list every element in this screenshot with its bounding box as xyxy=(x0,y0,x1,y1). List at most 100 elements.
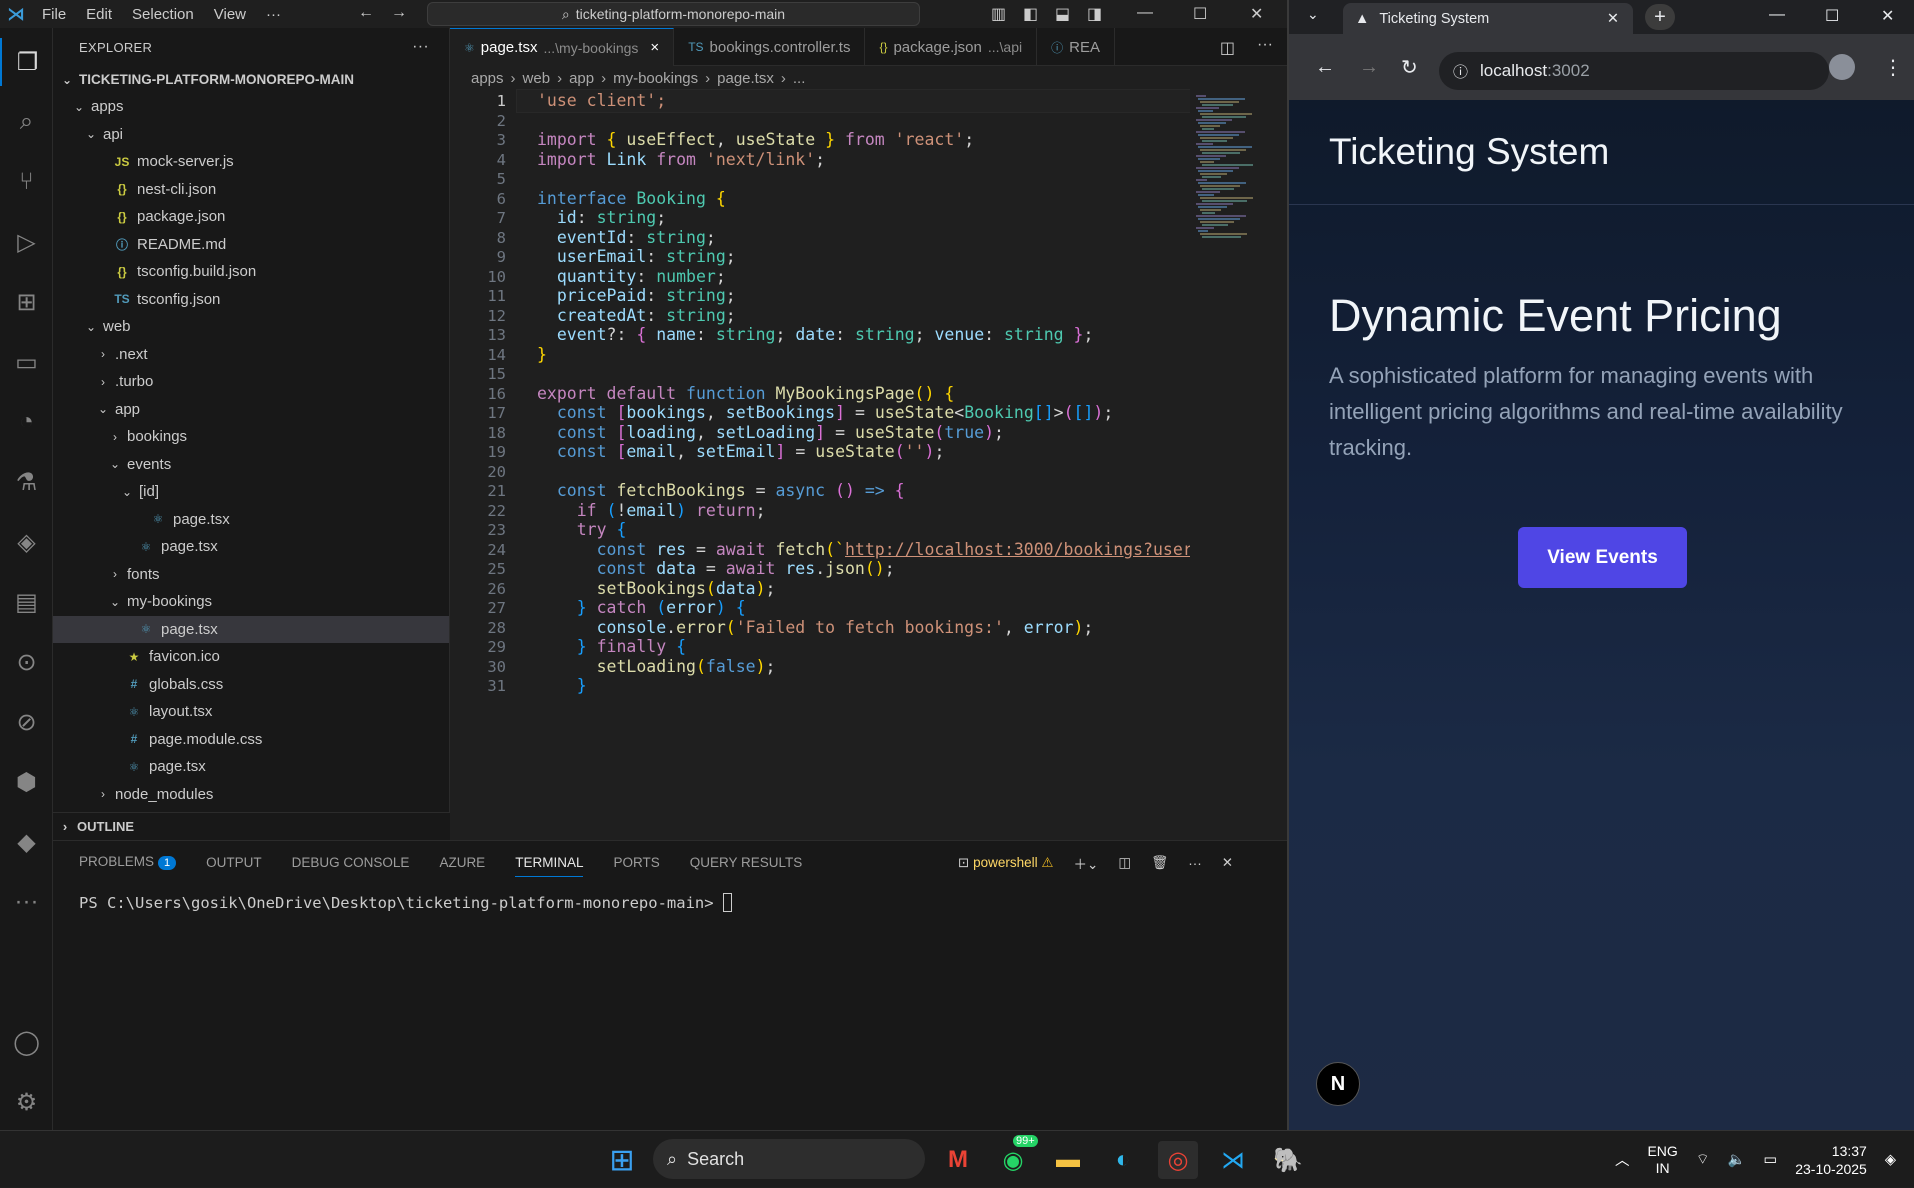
testing-icon[interactable]: ⚗ xyxy=(0,458,53,506)
chrome-icon[interactable]: ◎ xyxy=(1158,1141,1198,1179)
tree-folder[interactable]: ⌄ web xyxy=(53,313,449,340)
battery-icon[interactable]: ▭ xyxy=(1764,1152,1778,1168)
terminal-prompt[interactable]: PS C:\Users\gosik\OneDrive\Desktop\ticke… xyxy=(79,893,732,912)
more-icon[interactable]: ··· xyxy=(0,878,53,926)
run-debug-icon[interactable]: ▷ xyxy=(0,218,53,266)
tree-file[interactable]: ⚛ page.tsx xyxy=(53,533,449,560)
file-explorer-icon[interactable]: ▬ xyxy=(1048,1141,1088,1179)
search-icon[interactable]: ⌕ xyxy=(0,98,53,146)
tree-folder[interactable]: ⌄ events xyxy=(53,451,449,478)
nextjs-dev-indicator[interactable]: N xyxy=(1316,1062,1360,1106)
whatsapp-icon[interactable]: ◉ 99+ xyxy=(993,1135,1038,1179)
vscode-taskbar-icon[interactable]: ⋊ xyxy=(1213,1141,1253,1179)
command-center[interactable]: ⌕ ticketing-platform-monorepo-main xyxy=(427,2,920,26)
wifi-icon[interactable]: ⌔ xyxy=(1696,1151,1710,1169)
panel-tab[interactable]: PROBLEMS 1 xyxy=(79,854,177,870)
tree-folder[interactable]: ⌄ [id] xyxy=(53,478,449,505)
tree-folder[interactable]: ⌄ api xyxy=(53,121,449,148)
extensions-icon[interactable]: ⊞ xyxy=(0,278,53,326)
tree-file[interactable]: {} package.json xyxy=(53,203,449,230)
menu-view[interactable]: View xyxy=(204,6,256,23)
browser-minimize-icon[interactable]: — xyxy=(1769,6,1785,24)
close-window-icon[interactable]: ✕ xyxy=(1250,4,1263,24)
menu-edit[interactable]: Edit xyxy=(76,6,122,23)
tree-file[interactable]: ⚛ layout.tsx xyxy=(53,698,449,725)
editor-tab[interactable]: TS bookings.controller.ts xyxy=(674,28,866,66)
volume-icon[interactable]: 🔈 xyxy=(1727,1151,1745,1168)
tree-file[interactable]: ⚛ page.tsx xyxy=(53,615,449,643)
forward-arrow-icon[interactable]: → xyxy=(391,4,407,22)
editor-tab[interactable]: {} package.json ...\api xyxy=(865,28,1038,66)
taskbar-search[interactable]: ⌕ Search xyxy=(653,1139,925,1179)
terminal-shell[interactable]: ⊡ powershell ⚠ xyxy=(958,855,1054,871)
minimize-icon[interactable]: — xyxy=(1137,4,1153,22)
tree-folder[interactable]: › node_modules xyxy=(53,781,449,808)
toggle-secondary-sidebar-icon[interactable]: ◨ xyxy=(1087,4,1102,24)
browser-forward-icon[interactable]: → xyxy=(1359,56,1379,79)
tree-folder[interactable]: ⌄ my-bookings xyxy=(53,588,449,615)
outline-section[interactable]: › OUTLINE xyxy=(53,812,450,840)
maximize-icon[interactable]: ☐ xyxy=(1193,4,1207,24)
explorer-icon[interactable]: ❐ xyxy=(0,38,53,86)
new-terminal-icon[interactable]: ＋⌄ xyxy=(1074,853,1099,873)
tree-file[interactable]: {} tsconfig.build.json xyxy=(53,258,449,285)
postgres-icon[interactable]: 🐘 xyxy=(1268,1141,1308,1179)
git-icon[interactable]: ◆ xyxy=(0,818,53,866)
toggle-panel-icon[interactable]: ⬓ xyxy=(1055,4,1070,24)
git-graph-icon[interactable]: ⊙ xyxy=(0,638,53,686)
tree-folder[interactable]: › .turbo xyxy=(53,368,449,395)
menu-more-icon[interactable]: ··· xyxy=(256,6,291,23)
language-indicator[interactable]: ENG IN xyxy=(1647,1143,1677,1177)
folder-icon[interactable]: ▤ xyxy=(0,578,53,626)
browser-maximize-icon[interactable]: ☐ xyxy=(1825,6,1839,26)
menu-file[interactable]: File xyxy=(32,6,76,23)
tree-folder[interactable]: › .next xyxy=(53,341,449,368)
breadcrumb-item[interactable]: page.tsx xyxy=(717,70,774,87)
tree-file[interactable]: # globals.css xyxy=(53,671,449,698)
tree-file[interactable]: JS mock-server.js xyxy=(53,148,449,175)
view-events-button[interactable]: View Events xyxy=(1518,527,1687,588)
browser-tab[interactable]: ▲ Ticketing System ✕ xyxy=(1343,3,1633,34)
breadcrumb-item[interactable]: web xyxy=(523,70,551,87)
source-control-icon[interactable]: ⑂ xyxy=(0,158,53,206)
tree-folder[interactable]: ⌄ app xyxy=(53,396,449,423)
new-tab-icon[interactable]: + xyxy=(1645,4,1675,30)
code-editor[interactable]: 1'use client'; 2 3 import { useEffect, useS… xyxy=(450,89,1287,840)
panel-tab[interactable]: PORTS xyxy=(613,855,659,870)
back-arrow-icon[interactable]: ← xyxy=(358,4,374,22)
tab-search-icon[interactable]: ⌄ xyxy=(1307,6,1319,23)
panel-tab[interactable]: AZURE xyxy=(439,855,485,870)
panel-tab[interactable]: TERMINAL xyxy=(515,848,584,877)
editor-more-icon[interactable]: ··· xyxy=(1257,36,1273,54)
profile-avatar[interactable] xyxy=(1829,54,1855,80)
browser-back-icon[interactable]: ← xyxy=(1315,56,1335,79)
hexagon-icon[interactable]: ⬢ xyxy=(0,758,53,806)
settings-gear-icon[interactable]: ⚙ xyxy=(0,1078,53,1126)
close-panel-icon[interactable]: ✕ xyxy=(1222,855,1233,871)
tree-file[interactable]: # page.module.css xyxy=(53,726,449,753)
tree-file[interactable]: TS tsconfig.json xyxy=(53,286,449,313)
breadcrumb-item[interactable]: ... xyxy=(793,70,806,87)
clock[interactable]: 13:37 23-10-2025 xyxy=(1795,1142,1867,1178)
breadcrumb-item[interactable]: app xyxy=(569,70,594,87)
tree-folder[interactable]: › fonts xyxy=(53,561,449,588)
split-terminal-icon[interactable]: ◫ xyxy=(1118,855,1131,871)
edge-icon[interactable]: ◐ xyxy=(1103,1141,1143,1179)
explorer-more-icon[interactable]: ··· xyxy=(412,38,429,56)
browser-menu-icon[interactable]: ⋮ xyxy=(1883,55,1903,80)
split-editor-icon[interactable]: ◫ xyxy=(1220,38,1235,58)
address-bar[interactable]: ⓘ localhost:3002 xyxy=(1439,52,1829,90)
site-info-icon[interactable]: ⓘ xyxy=(1453,61,1468,82)
tree-file[interactable]: ★ favicon.ico xyxy=(53,643,449,670)
start-windows-icon[interactable]: ⊞ xyxy=(602,1141,642,1179)
remote-explorer-icon[interactable]: ▭ xyxy=(0,338,53,386)
browser-close-icon[interactable]: ✕ xyxy=(1881,6,1894,26)
trash-icon[interactable]: 🗑 xyxy=(1151,855,1168,871)
tree-folder[interactable]: ⌄ apps xyxy=(53,93,449,120)
panel-more-icon[interactable]: ··· xyxy=(1188,856,1202,871)
breadcrumb-item[interactable]: my-bookings xyxy=(613,70,698,87)
accounts-icon[interactable]: ◯ xyxy=(0,1018,53,1066)
panel-tab[interactable]: OUTPUT xyxy=(206,855,262,870)
editor-tab[interactable]: ⚛ page.tsx ...\my-bookings × xyxy=(450,28,675,66)
customize-layout-icon[interactable]: ▥ xyxy=(991,4,1006,24)
